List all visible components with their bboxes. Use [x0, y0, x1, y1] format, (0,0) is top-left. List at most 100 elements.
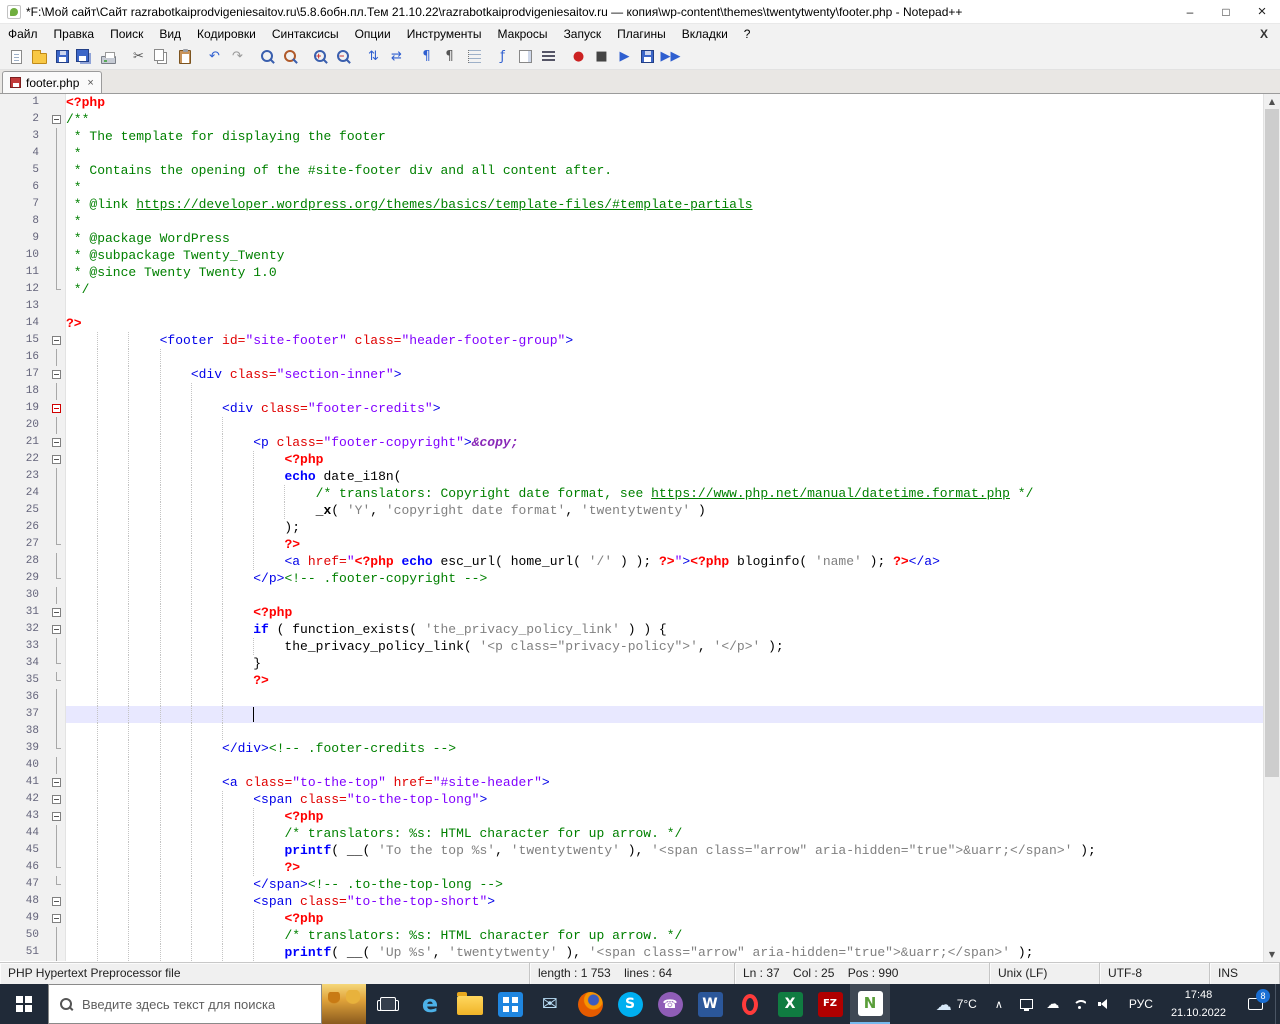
- code-line-17[interactable]: 17 <div class="section-inner">: [0, 366, 1263, 383]
- menu-item[interactable]: Опции: [347, 25, 399, 43]
- fold-margin[interactable]: [48, 791, 66, 808]
- notification-center-button[interactable]: 8: [1235, 984, 1275, 1024]
- tab-close-icon[interactable]: ×: [87, 77, 93, 89]
- menu-item[interactable]: Поиск: [102, 25, 151, 43]
- code-line-7[interactable]: 7 * @link https://developer.wordpress.or…: [0, 196, 1263, 213]
- code-line-8[interactable]: 8 *: [0, 213, 1263, 230]
- code-line-text[interactable]: if ( function_exists( 'the_privacy_polic…: [66, 621, 1263, 638]
- menu-item[interactable]: Запуск: [556, 25, 610, 43]
- code-line-5[interactable]: 5 * Contains the opening of the #site-fo…: [0, 162, 1263, 179]
- macro-play-button[interactable]: ▶: [613, 46, 636, 68]
- code-line-18[interactable]: 18: [0, 383, 1263, 400]
- save-button[interactable]: [51, 46, 74, 68]
- code-line-text[interactable]: [66, 417, 1263, 434]
- menu-item[interactable]: Плагины: [609, 25, 674, 43]
- code-area[interactable]: 1 <?php 2/** 3 * The template for displayin…: [0, 94, 1263, 962]
- vertical-scrollbar[interactable]: ▲ ▼: [1263, 94, 1280, 962]
- code-line-47[interactable]: 47 </span><!-- .to-the-top-long -->: [0, 876, 1263, 893]
- taskbar-viber-button[interactable]: ☎: [650, 984, 690, 1024]
- zoom-in-button[interactable]: +: [309, 46, 332, 68]
- code-line-39[interactable]: 39 </div><!-- .footer-credits -->: [0, 740, 1263, 757]
- sync-horizontal-scroll-button[interactable]: ⇄: [385, 46, 408, 68]
- code-line-text[interactable]: <a href="<?php echo esc_url( home_url( '…: [66, 553, 1263, 570]
- code-line-44[interactable]: 44 /* translators: %s: HTML character fo…: [0, 825, 1263, 842]
- code-line-text[interactable]: <?php: [66, 604, 1263, 621]
- news-widget-image[interactable]: [322, 984, 366, 1024]
- print-button[interactable]: [97, 46, 120, 68]
- code-line-text[interactable]: ?>: [66, 315, 1263, 332]
- code-line-text[interactable]: * @subpackage Twenty_Twenty: [66, 247, 1263, 264]
- code-line-14[interactable]: 14 ?>: [0, 315, 1263, 332]
- code-line-text[interactable]: * @package WordPress: [66, 230, 1263, 247]
- clock[interactable]: 17:48 21.10.2022: [1162, 984, 1235, 1024]
- code-line-12[interactable]: 12 */: [0, 281, 1263, 298]
- function-list-button[interactable]: ƒ: [491, 46, 514, 68]
- code-line-text[interactable]: [66, 723, 1263, 740]
- taskbar-skype-button[interactable]: S: [610, 984, 650, 1024]
- status-encoding[interactable]: UTF-8: [1100, 963, 1210, 984]
- fold-collapse-icon[interactable]: [52, 795, 61, 804]
- code-line-34[interactable]: 34 }: [0, 655, 1263, 672]
- copy-button[interactable]: [150, 46, 173, 68]
- code-line-text[interactable]: /* translators: %s: HTML character for u…: [66, 927, 1263, 944]
- fold-margin[interactable]: [48, 808, 66, 825]
- menu-item[interactable]: Инструменты: [399, 25, 490, 43]
- code-line-49[interactable]: 49 <?php: [0, 910, 1263, 927]
- code-line-text[interactable]: <div class="footer-credits">: [66, 400, 1263, 417]
- weather-widget[interactable]: ☁ 7°C: [927, 984, 986, 1024]
- status-eol-format[interactable]: Unix (LF): [990, 963, 1100, 984]
- macro-stop-button[interactable]: ■: [590, 46, 613, 68]
- code-line-15[interactable]: 15 <footer id="site-footer" class="heade…: [0, 332, 1263, 349]
- menu-item[interactable]: Правка: [46, 25, 103, 43]
- fold-margin[interactable]: [48, 434, 66, 451]
- taskbar-excel-button[interactable]: X: [770, 984, 810, 1024]
- code-line-text[interactable]: <a class="to-the-top" href="#site-header…: [66, 774, 1263, 791]
- code-line-text[interactable]: <?php: [66, 808, 1263, 825]
- taskbar-notepadpp-button[interactable]: N: [850, 984, 890, 1024]
- code-line-46[interactable]: 46 ?>: [0, 859, 1263, 876]
- menu-item[interactable]: Синтаксисы: [264, 25, 347, 43]
- code-line-33[interactable]: 33 the_privacy_policy_link( '<p class="p…: [0, 638, 1263, 655]
- taskbar-filezilla-button[interactable]: FZ: [810, 984, 850, 1024]
- undo-button[interactable]: ↶: [203, 46, 226, 68]
- code-line-text[interactable]: * @since Twenty Twenty 1.0: [66, 264, 1263, 281]
- code-line-text[interactable]: </span><!-- .to-the-top-long -->: [66, 876, 1263, 893]
- code-line-36[interactable]: 36: [0, 689, 1263, 706]
- code-line-21[interactable]: 21 <p class="footer-copyright">&copy;: [0, 434, 1263, 451]
- replace-button[interactable]: [279, 46, 302, 68]
- zoom-out-button[interactable]: −: [332, 46, 355, 68]
- code-line-text[interactable]: * The template for displaying the footer: [66, 128, 1263, 145]
- taskbar-mail-button[interactable]: ✉: [530, 984, 570, 1024]
- show-all-chars-button[interactable]: ¶: [438, 46, 461, 68]
- code-line-text[interactable]: <span class="to-the-top-long">: [66, 791, 1263, 808]
- code-line-11[interactable]: 11 * @since Twenty Twenty 1.0: [0, 264, 1263, 281]
- fold-collapse-icon[interactable]: [52, 455, 61, 464]
- code-line-text[interactable]: <span class="to-the-top-short">: [66, 893, 1263, 910]
- taskbar-firefox-button[interactable]: [570, 984, 610, 1024]
- code-line-text[interactable]: <?php: [66, 451, 1263, 468]
- code-line-text[interactable]: <div class="section-inner">: [66, 366, 1263, 383]
- code-line-text[interactable]: ?>: [66, 859, 1263, 876]
- code-line-text[interactable]: _x( 'Y', 'copyright date format', 'twent…: [66, 502, 1263, 519]
- code-line-29[interactable]: 29 </p><!-- .footer-copyright -->: [0, 570, 1263, 587]
- code-line-text[interactable]: echo date_i18n(: [66, 468, 1263, 485]
- taskbar-opera-button[interactable]: [730, 984, 770, 1024]
- code-line-2[interactable]: 2 /**: [0, 111, 1263, 128]
- code-line-text[interactable]: <?php: [66, 94, 1263, 111]
- fold-margin[interactable]: [48, 366, 66, 383]
- menu-item[interactable]: Кодировки: [189, 25, 264, 43]
- code-line-text[interactable]: </div><!-- .footer-credits -->: [66, 740, 1263, 757]
- find-button[interactable]: [256, 46, 279, 68]
- sync-vertical-scroll-button[interactable]: ⇅: [362, 46, 385, 68]
- code-line-27[interactable]: 27 ?>: [0, 536, 1263, 553]
- start-button[interactable]: [0, 984, 48, 1024]
- open-file-button[interactable]: [28, 46, 51, 68]
- task-view-button[interactable]: [366, 984, 410, 1024]
- code-line-22[interactable]: 22 <?php: [0, 451, 1263, 468]
- code-line-text[interactable]: *: [66, 213, 1263, 230]
- code-line-text[interactable]: <footer id="site-footer" class="header-f…: [66, 332, 1263, 349]
- document-list-button[interactable]: [537, 46, 560, 68]
- code-line-text[interactable]: [66, 587, 1263, 604]
- tab-footer-php[interactable]: footer.php ×: [2, 71, 102, 93]
- fold-margin[interactable]: [48, 111, 66, 128]
